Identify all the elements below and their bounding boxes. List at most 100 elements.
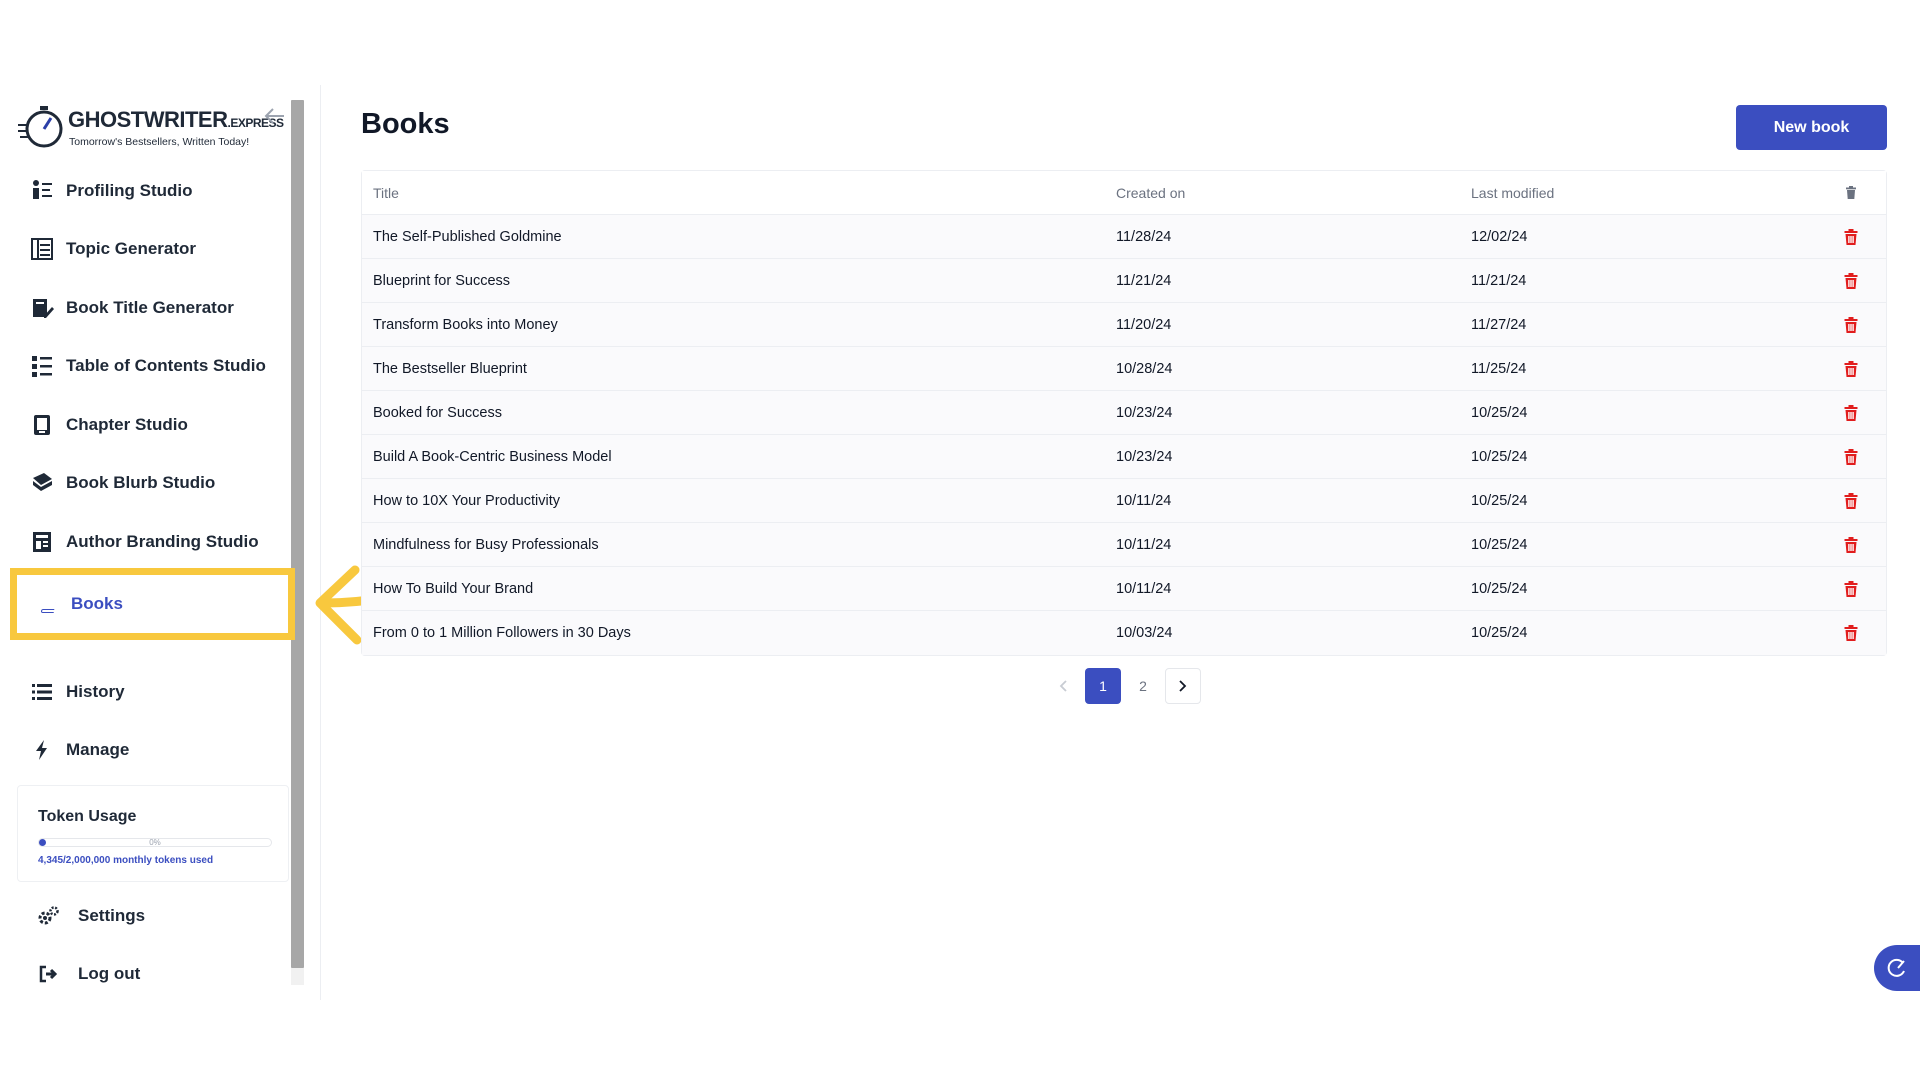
pagination-page-2[interactable]: 2 xyxy=(1125,668,1161,704)
table-row[interactable]: Booked for Success 10/23/24 10/25/24 xyxy=(362,391,1886,435)
books-table: Title Created on Last modified The Self-… xyxy=(361,170,1887,656)
book-icon xyxy=(35,592,59,616)
created-on-cell: 10/03/24 xyxy=(1116,625,1173,641)
sidebar-item-book-title-generator[interactable]: Book Title Generator xyxy=(30,288,290,328)
sidebar-item-label: Author Branding Studio xyxy=(66,532,259,551)
created-on-cell: 10/11/24 xyxy=(1116,580,1172,597)
token-usage-percent: 0% xyxy=(149,838,161,847)
sidebar-item-author-branding-studio[interactable]: Author Branding Studio xyxy=(30,522,290,562)
delete-all-trash-icon[interactable] xyxy=(1841,183,1861,203)
token-usage-card: Token Usage 0% 4,345/2,000,000 monthly t… xyxy=(17,785,289,882)
sidebar-item-label: Chapter Studio xyxy=(66,415,188,434)
sidebar-item-label: History xyxy=(66,682,125,701)
sidebar-item-logout[interactable]: Log out xyxy=(36,954,296,994)
last-modified-cell: 10/25/24 xyxy=(1471,448,1528,465)
book-title-cell[interactable]: Build A Book-Centric Business Model xyxy=(362,449,1116,465)
sidebar-item-label: Table of Contents Studio xyxy=(66,356,266,375)
table-row[interactable]: The Bestseller Blueprint 10/28/24 11/25/24 xyxy=(362,347,1886,391)
created-on-cell: 11/28/24 xyxy=(1116,228,1172,245)
sidebar-item-label: Book Blurb Studio xyxy=(66,473,216,492)
created-on-cell: 10/11/24 xyxy=(1116,492,1172,509)
book-title-cell[interactable]: How To Build Your Brand xyxy=(362,581,1116,597)
token-usage-text: 4,345/2,000,000 monthly tokens used xyxy=(38,855,214,866)
sidebar-item-history[interactable]: History xyxy=(30,672,290,712)
sidebar-item-chapter-studio[interactable]: Chapter Studio xyxy=(30,405,290,445)
blurb-book-icon xyxy=(30,471,54,495)
delete-trash-icon[interactable] xyxy=(1841,227,1861,247)
logo-tagline: Tomorrow's Bestsellers, Written Today! xyxy=(69,136,250,148)
branding-icon xyxy=(30,530,54,554)
book-title-cell[interactable]: Transform Books into Money xyxy=(362,317,1116,333)
collapse-sidebar-arrow-icon[interactable] xyxy=(264,107,288,127)
column-header-title[interactable]: Title xyxy=(362,185,1116,201)
pagination-page-1[interactable]: 1 xyxy=(1085,668,1121,704)
sidebar-item-table-of-contents-studio[interactable]: Table of Contents Studio xyxy=(30,346,290,386)
table-row[interactable]: Mindfulness for Busy Professionals 10/11/… xyxy=(362,523,1886,567)
sidebar-item-label: Books xyxy=(71,594,123,613)
delete-trash-icon[interactable] xyxy=(1841,315,1861,335)
last-modified-cell: 10/25/24 xyxy=(1471,625,1528,641)
table-row[interactable]: The Self-Published Goldmine 11/28/24 12/02… xyxy=(362,215,1886,259)
contents-list-icon xyxy=(30,354,54,378)
table-row[interactable]: Transform Books into Money 11/20/24 11/27/… xyxy=(362,303,1886,347)
book-title-cell[interactable]: Booked for Success xyxy=(362,405,1116,421)
profiling-icon xyxy=(30,179,54,203)
chat-assistant-button[interactable] xyxy=(1874,945,1920,991)
created-on-cell: 10/28/24 xyxy=(1116,360,1173,377)
created-on-cell: 11/20/24 xyxy=(1116,316,1172,333)
pagination-prev-chevron-icon[interactable] xyxy=(1045,668,1081,704)
sidebar-item-topic-generator[interactable]: Topic Generator xyxy=(30,229,290,269)
token-usage-title: Token Usage xyxy=(38,808,137,825)
book-title-cell[interactable]: Mindfulness for Busy Professionals xyxy=(362,537,1116,553)
stopwatch-logo-icon xyxy=(18,106,63,148)
book-title-cell[interactable]: From 0 to 1 Million Followers in 30 Days xyxy=(362,625,1116,641)
last-modified-cell: 10/25/24 xyxy=(1471,536,1528,553)
table-row[interactable]: From 0 to 1 Million Followers in 30 Days… xyxy=(362,611,1886,655)
table-row[interactable]: How To Build Your Brand 10/11/24 10/25/24 xyxy=(362,567,1886,611)
token-usage-progress: 0% xyxy=(38,838,272,847)
pagination-next-chevron-icon[interactable] xyxy=(1165,668,1201,704)
delete-trash-icon[interactable] xyxy=(1841,447,1861,467)
delete-trash-icon[interactable] xyxy=(1841,623,1861,643)
sidebar-item-books[interactable]: Books xyxy=(17,575,288,633)
last-modified-cell: 11/27/24 xyxy=(1471,316,1527,333)
app-logo[interactable]: GHOSTWRITER.EXPRESS Tomorrow's Bestselle… xyxy=(18,103,284,153)
delete-trash-icon[interactable] xyxy=(1841,403,1861,423)
sidebar-item-manage[interactable]: Manage xyxy=(30,730,290,770)
sidebar-item-label: Profiling Studio xyxy=(66,181,193,200)
delete-trash-icon[interactable] xyxy=(1841,491,1861,511)
book-title-cell[interactable]: How to 10X Your Productivity xyxy=(362,493,1116,509)
page-title: Books xyxy=(361,108,450,140)
chapter-icon xyxy=(30,413,54,437)
gears-icon xyxy=(36,904,60,928)
sidebar-item-profiling-studio[interactable]: Profiling Studio xyxy=(30,171,290,211)
sidebar-item-settings[interactable]: Settings xyxy=(36,896,296,936)
table-row[interactable]: Blueprint for Success 11/21/24 11/21/24 xyxy=(362,259,1886,303)
logout-icon xyxy=(36,962,60,986)
table-row[interactable]: Build A Book-Centric Business Model 10/23… xyxy=(362,435,1886,479)
new-book-button[interactable]: New book xyxy=(1736,105,1887,150)
logo-wordmark: GHOSTWRITER.EXPRESS xyxy=(68,107,284,132)
table-header: Title Created on Last modified xyxy=(362,171,1886,215)
topic-list-icon xyxy=(30,237,54,261)
book-title-cell[interactable]: Blueprint for Success xyxy=(362,273,1116,289)
sidebar-item-label: Topic Generator xyxy=(66,239,197,258)
book-pen-icon xyxy=(30,296,54,320)
created-on-cell: 11/21/24 xyxy=(1116,272,1172,289)
delete-trash-icon[interactable] xyxy=(1841,271,1861,291)
created-on-cell: 10/23/24 xyxy=(1116,404,1173,421)
delete-trash-icon[interactable] xyxy=(1841,535,1861,555)
delete-trash-icon[interactable] xyxy=(1841,579,1861,599)
delete-trash-icon[interactable] xyxy=(1841,359,1861,379)
book-title-cell[interactable]: The Self-Published Goldmine xyxy=(362,229,1116,245)
pagination: 1 2 xyxy=(1045,668,1205,704)
bolt-icon xyxy=(30,738,54,762)
last-modified-cell: 12/02/24 xyxy=(1471,228,1528,245)
table-row[interactable]: How to 10X Your Productivity 10/11/24 10/2… xyxy=(362,479,1886,523)
chat-bubble-icon xyxy=(1887,958,1905,977)
list-icon xyxy=(30,680,54,704)
column-header-created-on[interactable]: Created on xyxy=(1116,185,1471,201)
column-header-last-modified[interactable]: Last modified xyxy=(1471,185,1816,201)
book-title-cell[interactable]: The Bestseller Blueprint xyxy=(362,361,1116,377)
sidebar-item-book-blurb-studio[interactable]: Book Blurb Studio xyxy=(30,463,290,503)
